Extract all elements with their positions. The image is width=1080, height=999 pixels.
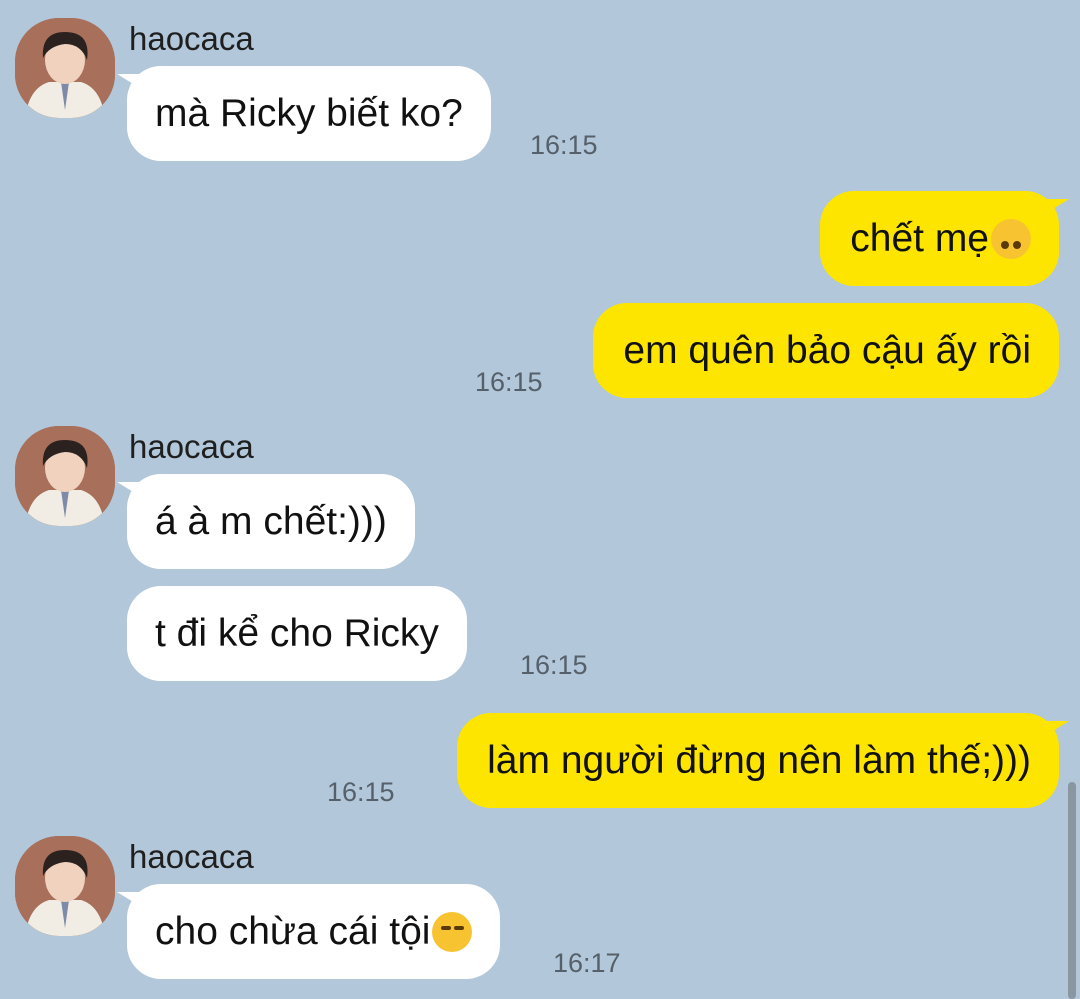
profile-photo-icon (15, 836, 115, 936)
timestamp: 16:15 (530, 130, 598, 160)
unamused-face-emoji-icon (432, 911, 473, 952)
profile-photo-icon (15, 426, 115, 526)
timestamp: 16:15 (520, 650, 588, 680)
message-text: cho chừa cái tội (155, 909, 431, 953)
message-bubble[interactable]: t đi kể cho Ricky (127, 586, 467, 681)
message-bubble[interactable]: làm người đừng nên làm thế;))) (457, 713, 1069, 808)
timestamp: 16:17 (553, 948, 621, 978)
avatar[interactable] (15, 426, 115, 526)
message-text: chết mẹ (850, 216, 989, 260)
message-bubble[interactable]: á à m chết:))) (117, 474, 415, 569)
timestamp: 16:15 (327, 777, 395, 807)
sender-name: haocaca (129, 20, 254, 57)
upside-down-face-emoji-icon (991, 218, 1031, 259)
message-text: làm người đừng nên làm thế;))) (487, 738, 1031, 782)
avatar[interactable] (15, 18, 115, 118)
message-bubble[interactable]: mà Ricky biết ko? (117, 66, 491, 161)
message-bubble[interactable]: cho chừa cái tội (116, 884, 501, 979)
message-bubble[interactable]: em quên bảo cậu ấy rồi (593, 303, 1059, 398)
scrollbar[interactable] (1068, 782, 1076, 999)
sender-name: haocaca (129, 428, 254, 465)
message-text: mà Ricky biết ko? (155, 91, 463, 135)
avatar[interactable] (15, 836, 115, 936)
timestamp: 16:15 (475, 367, 543, 397)
message-text: t đi kể cho Ricky (155, 611, 439, 655)
profile-photo-icon (15, 18, 115, 118)
message-text: em quên bảo cậu ấy rồi (623, 328, 1031, 372)
sender-name: haocaca (129, 838, 254, 875)
message-bubble[interactable]: chết mẹ (820, 191, 1069, 286)
message-text: á à m chết:))) (155, 499, 387, 543)
